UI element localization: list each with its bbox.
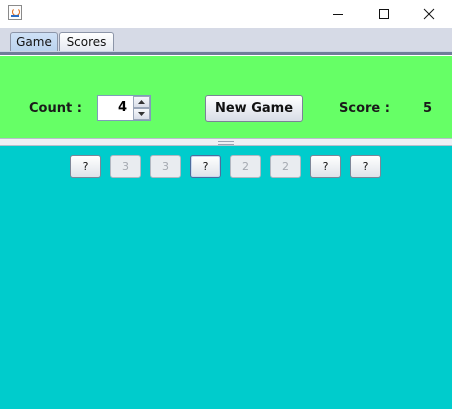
- split-divider[interactable]: [0, 138, 452, 146]
- spinner-down-button[interactable]: [133, 108, 150, 120]
- card-button[interactable]: ?: [70, 155, 101, 178]
- minimize-icon: [333, 14, 343, 15]
- score-value: 5: [423, 101, 433, 116]
- chevron-down-icon: [138, 112, 145, 116]
- java-app-icon: [8, 5, 22, 20]
- card-button[interactable]: 2: [270, 155, 301, 178]
- maximize-icon: [379, 9, 389, 19]
- title-bar: [0, 0, 452, 28]
- maximize-button[interactable]: [361, 0, 407, 28]
- card-button[interactable]: 3: [150, 155, 181, 178]
- chevron-up-icon: [138, 100, 145, 104]
- new-game-button[interactable]: New Game: [205, 95, 303, 122]
- game-board: [0, 146, 452, 409]
- close-button[interactable]: [406, 0, 452, 28]
- tab-game[interactable]: Game: [10, 32, 58, 52]
- card-button[interactable]: ?: [310, 155, 341, 178]
- card-button[interactable]: ?: [190, 155, 221, 178]
- count-spinner[interactable]: 4: [97, 95, 151, 121]
- score-label: Score :: [339, 101, 390, 116]
- spinner-up-button[interactable]: [133, 96, 150, 108]
- grip-icon[interactable]: [218, 141, 234, 145]
- card-button[interactable]: 3: [110, 155, 141, 178]
- count-label: Count :: [29, 101, 82, 116]
- close-icon: [423, 8, 435, 20]
- card-button[interactable]: ?: [350, 155, 381, 178]
- tab-underline: [0, 51, 452, 55]
- minimize-button[interactable]: [315, 0, 361, 28]
- card-row: ? 3 3 ? 2 2 ? ?: [0, 155, 452, 179]
- card-button[interactable]: 2: [230, 155, 261, 178]
- tab-scores[interactable]: Scores: [59, 32, 114, 52]
- count-value[interactable]: 4: [98, 96, 133, 120]
